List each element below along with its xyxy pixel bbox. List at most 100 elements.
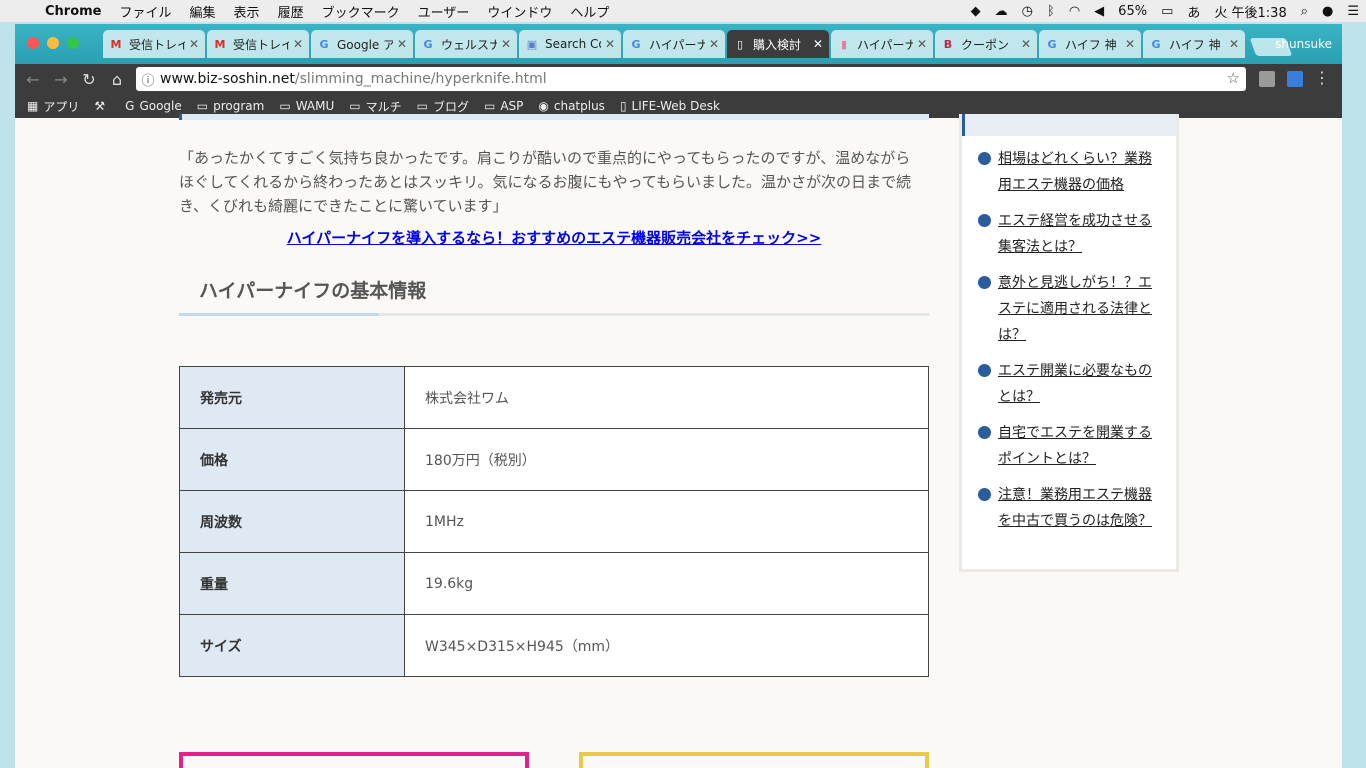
back-icon[interactable]: ← [19, 65, 47, 93]
cloud-icon[interactable]: ☁ [988, 4, 1015, 19]
bookmark-star-icon[interactable]: ☆ [1227, 69, 1240, 87]
close-tab-icon[interactable]: ✕ [1125, 37, 1135, 51]
zoom-window-button[interactable] [67, 37, 79, 49]
bookmark-item[interactable]: ▭ program [197, 99, 265, 113]
bluetooth-icon[interactable]: ᛒ [1040, 4, 1062, 19]
menu-user[interactable]: ユーザー [409, 2, 479, 21]
sidebar-article-link[interactable]: エステ経営を成功させる集客法とは？ [998, 208, 1158, 260]
grid-icon: ▦ [27, 99, 39, 113]
info-icon[interactable]: ⓘ [136, 70, 160, 89]
tab-label: ハイフ 神 [1065, 37, 1117, 52]
wifi-icon[interactable]: ◠ [1062, 4, 1087, 19]
volume-icon[interactable]: ◀ [1087, 4, 1111, 19]
forward-icon[interactable]: → [47, 65, 75, 93]
tab-label: ハイパーナイフ [649, 37, 705, 52]
checkmark-extension-icon[interactable] [1287, 71, 1303, 87]
tab-label: ハイフ 神 [1169, 37, 1221, 52]
folder-icon: ▭ [196, 99, 209, 113]
recommended-dealers-link[interactable]: ハイパーナイフを導入するなら！おすすめのエステ機器販売会社をチェック>> [179, 227, 929, 248]
menu-edit[interactable]: 編集 [181, 2, 225, 21]
siri-icon[interactable]: ● [1315, 4, 1340, 19]
sidebar-article-link[interactable]: 意外と見逃しがち！？エステに適用される法律とは？ [998, 270, 1158, 348]
bookmark-label: ASP [500, 99, 524, 113]
browser-tab[interactable]: G ハイフ 神 ✕ [1143, 30, 1245, 58]
menu-history[interactable]: 履歴 [269, 2, 313, 21]
spec-table: 発売元 株式会社ワム 価格 180万円（税別） 周波数 1MHz 重量 19.6… [179, 366, 929, 677]
window-controls [27, 37, 79, 49]
extension-icon[interactable] [1259, 71, 1275, 87]
close-tab-icon[interactable]: ✕ [709, 37, 719, 51]
browser-tab[interactable]: B クーポン ✕ [935, 30, 1037, 58]
input-mode[interactable]: あ [1180, 2, 1207, 21]
banner-pink[interactable] [179, 752, 529, 768]
browser-tab[interactable]: G ハイパーナイフ ✕ [623, 30, 725, 58]
close-tab-icon[interactable]: ✕ [397, 37, 407, 51]
home-icon[interactable]: ⌂ [103, 65, 131, 93]
sidebar-link-list: 相場はどれくらい？業務用エステ機器の価格 エステ経営を成功させる集客法とは？ 意外と… [962, 136, 1176, 534]
dropbox-icon[interactable]: ◆ [964, 4, 988, 19]
close-tab-icon[interactable]: ✕ [917, 37, 927, 51]
chrome-menu-icon[interactable]: ⋮ [1314, 68, 1330, 87]
list-item: 自宅でエステを開業するポイントとは？ [978, 420, 1176, 472]
address-bar[interactable]: ⓘ www.biz-soshin.net /slimming_machine/h… [136, 67, 1246, 91]
bookmark-item[interactable]: G Google [125, 99, 182, 113]
table-row: 重量 19.6kg [179, 552, 929, 615]
bookmark-item[interactable]: ⚒ [94, 99, 110, 113]
banner-yellow[interactable] [579, 752, 929, 768]
close-tab-icon[interactable]: ✕ [293, 37, 303, 51]
folder-icon: ▭ [483, 99, 496, 113]
bookmark-label: chatplus [553, 99, 605, 113]
url-host: www.biz-soshin.net [160, 71, 295, 87]
sidebar-article-link[interactable]: エステ開業に必要なものとは？ [998, 358, 1158, 410]
tab-label: Search Console [545, 37, 601, 51]
bookmark-item[interactable]: ▦ アプリ [27, 98, 79, 115]
notification-center-icon[interactable]: ☰ [1340, 4, 1366, 19]
browser-tab[interactable]: ▣ Search Console ✕ [519, 30, 621, 58]
menu-file[interactable]: ファイル [111, 2, 181, 21]
close-tab-icon[interactable]: ✕ [189, 37, 199, 51]
browser-tab[interactable]: ▯ 購入検討 ✕ [727, 30, 829, 58]
close-tab-icon[interactable]: ✕ [1229, 37, 1239, 51]
bookmark-item[interactable]: ◉ chatplus [538, 99, 605, 113]
sidebar-article-link[interactable]: 注意！業務用エステ機器を中古で買うのは危険？ [998, 482, 1158, 534]
menu-view[interactable]: 表示 [225, 2, 269, 21]
sidebar-article-link[interactable]: 相場はどれくらい？業務用エステ機器の価格 [998, 146, 1158, 198]
menu-chrome[interactable]: Chrome [36, 4, 111, 19]
menu-help[interactable]: ヘルプ [561, 2, 618, 21]
menu-bookmarks[interactable]: ブックマーク [313, 2, 409, 21]
profile-name[interactable]: shunsuke [1275, 37, 1332, 51]
close-tab-icon[interactable]: ✕ [501, 37, 511, 51]
reload-icon[interactable]: ↻ [75, 65, 103, 93]
bookmark-item[interactable]: ▭ ASP [484, 99, 523, 113]
bookmark-item[interactable]: ▭ WAMU [279, 99, 334, 113]
close-tab-icon[interactable]: ✕ [605, 37, 615, 51]
minimize-window-button[interactable] [47, 37, 59, 49]
browser-tab[interactable]: M 受信トレイ ✕ [103, 30, 205, 58]
browser-tab[interactable]: ▮ ハイパーナイフ ✕ [831, 30, 933, 58]
table-row: 価格 180万円（税別） [179, 428, 929, 491]
sidebar-article-link[interactable]: 自宅でエステを開業するポイントとは？ [998, 420, 1158, 472]
bookmark-item[interactable]: ▭ ブログ [417, 98, 469, 115]
clock[interactable]: 火 午後1:38 [1207, 2, 1293, 21]
browser-tab[interactable]: G ハイフ 神 ✕ [1039, 30, 1141, 58]
heading-underline-accent [179, 313, 379, 316]
close-tab-icon[interactable]: ✕ [813, 37, 823, 51]
close-window-button[interactable] [27, 37, 39, 49]
battery-status[interactable]: 65% [1111, 4, 1154, 19]
close-tab-icon[interactable]: ✕ [1021, 37, 1031, 51]
browser-tab[interactable]: G ウェルスナビ ✕ [415, 30, 517, 58]
chat-icon: ◉ [538, 99, 549, 113]
browser-tab[interactable]: M 受信トレイ ✕ [207, 30, 309, 58]
spec-value: W345×D315×H945（mm） [404, 614, 929, 677]
menu-window[interactable]: ウインドウ [478, 2, 561, 21]
bookmark-item[interactable]: ▭ マルチ [349, 98, 401, 115]
spotlight-icon[interactable]: ⌕ [1294, 4, 1315, 19]
tab-list: M 受信トレイ ✕ M 受信トレイ ✕ G Google アナリティクス ✕ G ウェルスナビ ✕ ▣ S… [103, 30, 1293, 58]
bookmark-item[interactable]: ▯ LIFE-Web Desk [620, 99, 720, 113]
spec-value: 19.6kg [404, 552, 929, 615]
browser-tab[interactable]: G Google アナリティクス ✕ [311, 30, 413, 58]
list-item: エステ開業に必要なものとは？ [978, 358, 1176, 410]
bookmark-label: program [213, 99, 265, 113]
tab-favicon-icon: ▣ [526, 37, 538, 51]
time-machine-icon[interactable]: ◷ [1015, 4, 1040, 19]
